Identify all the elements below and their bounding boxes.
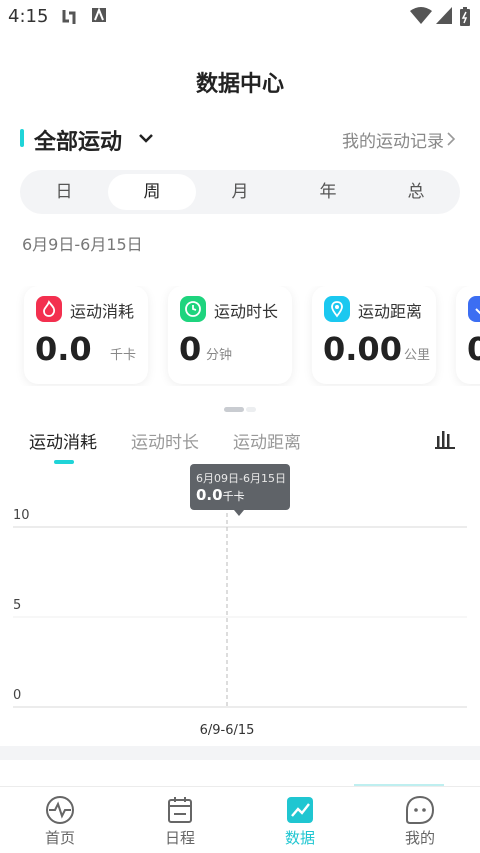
tab-total[interactable]: 总 xyxy=(372,174,460,210)
flame-icon xyxy=(36,296,62,322)
bar-chart-icon[interactable] xyxy=(434,428,456,450)
stat-card-title: 运动消耗 xyxy=(70,302,135,321)
section-divider xyxy=(0,746,480,760)
tab-year[interactable]: 年 xyxy=(284,174,372,210)
calendar-icon xyxy=(168,797,192,823)
app-notification-icon xyxy=(92,7,106,22)
stat-card-title: 运动距离 xyxy=(358,302,423,321)
tooltip-range: 6月09日-6月15日 xyxy=(196,472,286,485)
my-records-link[interactable]: 我的运动记录 xyxy=(342,127,444,152)
nav-label: 日程 xyxy=(164,829,195,847)
chevron-down-icon[interactable] xyxy=(136,128,156,148)
metric-tab-duration[interactable]: 运动时长 xyxy=(131,428,199,453)
bottom-nav: 首页 日程 数据 我的 xyxy=(0,786,480,853)
nav-mine[interactable]: 我的 xyxy=(360,787,480,853)
stat-card-value: 0.00 xyxy=(323,330,402,368)
face-icon xyxy=(406,795,435,824)
tooltip-value-row: 0.0千卡 xyxy=(196,486,245,504)
tab-month[interactable]: 月 xyxy=(196,174,284,210)
pulse-icon xyxy=(46,796,74,824)
location-icon xyxy=(324,296,350,322)
battery-icon xyxy=(460,7,470,26)
card-pager xyxy=(224,407,256,412)
stat-card-duration[interactable]: 运动时长 0 分钟 xyxy=(168,286,292,384)
period-tabs: 日 周 月 年 总 xyxy=(20,170,460,214)
date-range: 6月9日-6月15日 xyxy=(22,235,143,254)
stat-cards[interactable]: 运动消耗 0.0 千卡 运动时长 0 分钟 运动距离 0.00 公里 0 xyxy=(0,286,480,386)
wifi-icon xyxy=(410,7,432,24)
nav-home[interactable]: 首页 xyxy=(0,787,120,853)
nav-label: 首页 xyxy=(44,829,75,847)
y-tick-label: 0 xyxy=(13,688,21,703)
chart-tooltip: 6月09日-6月15日 0.0千卡 xyxy=(190,464,290,516)
nav-data[interactable]: 数据 xyxy=(240,787,360,853)
stat-card-unit: 分钟 xyxy=(206,348,233,363)
y-tick-label: 10 xyxy=(13,508,30,523)
tooltip-unit: 千卡 xyxy=(222,490,245,503)
stat-card-value: 0.0 xyxy=(35,330,92,368)
clock-icon xyxy=(180,296,206,322)
stat-card-distance[interactable]: 运动距离 0.00 公里 xyxy=(312,286,436,384)
sport-row: 全部运动 我的运动记录 xyxy=(0,122,480,156)
chevron-right-icon[interactable] xyxy=(446,131,456,147)
page-title: 数据中心 xyxy=(195,72,284,97)
metric-tab-calories[interactable]: 运动消耗 xyxy=(29,428,97,453)
tooltip-arrow xyxy=(234,510,244,516)
pager-dot-active xyxy=(224,407,244,412)
nav-schedule[interactable]: 日程 xyxy=(120,787,240,853)
stat-card-value: 0 xyxy=(179,330,202,368)
signal-icon xyxy=(436,7,452,24)
tooltip-value: 0.0 xyxy=(196,486,223,504)
nav-label: 数据 xyxy=(284,829,315,847)
stat-card-unit: 公里 xyxy=(404,348,431,363)
x-tick-label: 6/9-6/15 xyxy=(200,723,255,738)
stat-card-partial[interactable]: 0 xyxy=(456,286,480,384)
status-bar: 4:15 xyxy=(0,0,480,34)
tab-week[interactable]: 周 xyxy=(108,174,196,210)
tab-day[interactable]: 日 xyxy=(20,174,108,210)
sport-accent-bar xyxy=(20,129,24,147)
y-tick-label: 5 xyxy=(13,598,21,613)
check-icon xyxy=(468,296,480,322)
trend-chart-icon xyxy=(287,797,313,823)
status-time: 4:15 xyxy=(8,6,49,27)
nav-label: 我的 xyxy=(404,829,435,847)
sport-selector[interactable]: 全部运动 xyxy=(34,124,122,156)
stat-card-calories[interactable]: 运动消耗 0.0 千卡 xyxy=(24,286,148,384)
metric-tab-distance[interactable]: 运动距离 xyxy=(233,428,301,453)
sync-icon xyxy=(62,10,76,24)
stat-card-value: 0 xyxy=(467,330,480,368)
pager-dot xyxy=(246,407,256,412)
stat-card-title: 运动时长 xyxy=(214,302,279,321)
stat-card-unit: 千卡 xyxy=(110,348,137,363)
